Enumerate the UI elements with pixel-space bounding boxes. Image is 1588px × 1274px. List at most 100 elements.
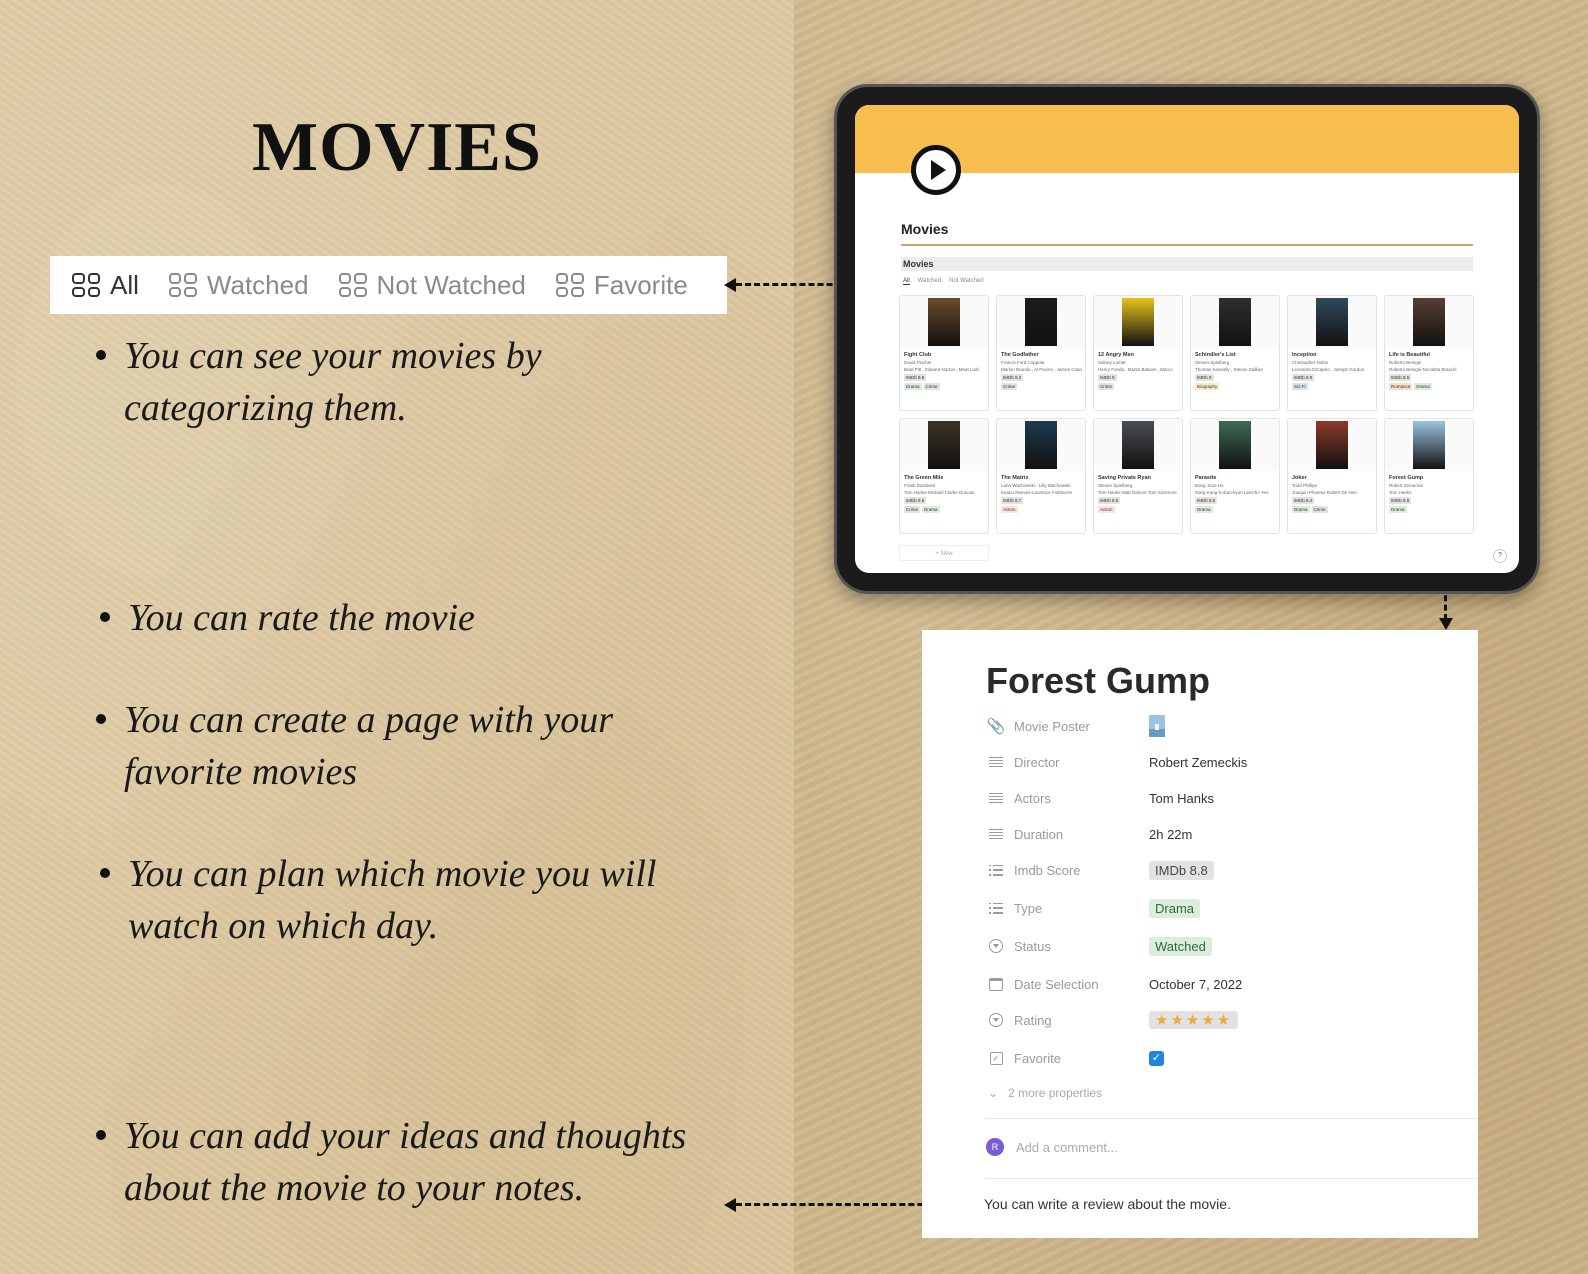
checkbox-icon: ✓	[988, 1050, 1004, 1066]
bullet-dot	[96, 1130, 106, 1140]
mini-tab-not-watched[interactable]: Not Watched	[949, 278, 983, 285]
bullet-rate: You can rate the movie	[100, 592, 475, 644]
prop-value-duration[interactable]: 2h 22m	[1149, 822, 1192, 846]
prop-label: Rating	[1014, 1012, 1052, 1028]
prop-value-actors[interactable]: Tom Hanks	[1149, 786, 1214, 810]
text-lines-icon	[988, 826, 1004, 842]
prop-movie-poster[interactable]: 📎 Movie Poster	[987, 714, 1148, 738]
movie-card[interactable]: Life is Beautiful Roberto Benigni Roberto …	[1384, 295, 1474, 411]
prop-value-date[interactable]: October 7, 2022	[1149, 972, 1242, 996]
prop-date-selection[interactable]: Date Selection	[988, 972, 1148, 996]
card-director: Steven Spielberg	[1098, 483, 1133, 488]
card-actors: Marlon Brando , Al Pacino , James Caan	[1001, 367, 1083, 372]
poster-area	[997, 419, 1085, 471]
poster-area	[1191, 296, 1279, 348]
imdb-tag: IMDb 8.4	[1292, 497, 1315, 504]
prop-value-type[interactable]: Drama	[1149, 896, 1201, 920]
divider	[986, 1118, 1478, 1119]
card-actors: Tom Hanks-Michael Clarke Duncan	[904, 490, 975, 495]
type-chip: Drama	[1149, 898, 1201, 918]
movie-card[interactable]: The Matrix Lana Wachowski - Lilly Wachows…	[996, 418, 1086, 534]
movie-card[interactable]: The Green Mile Frank Darabont Tom Hanks-Mi…	[899, 418, 989, 534]
card-title: Schindler's List	[1195, 352, 1236, 358]
help-button[interactable]: ?	[1493, 549, 1507, 563]
new-card-button[interactable]: + New	[899, 545, 989, 561]
arrow-down-icon	[1439, 618, 1453, 630]
gallery-icon	[555, 273, 584, 297]
bullet-notes: You can add your ideas and thoughts abou…	[96, 1110, 686, 1214]
arrow-left-icon	[724, 1198, 736, 1212]
arrow-left-icon	[724, 278, 736, 292]
prop-label: Director	[1014, 754, 1060, 770]
movie-card[interactable]: Schindler's List Steven Spielberg Thomas K…	[1190, 295, 1280, 411]
favorite-checkbox[interactable]: ✓	[1149, 1050, 1164, 1066]
card-title: Saving Private Ryan	[1098, 475, 1151, 481]
prop-type[interactable]: Type	[988, 896, 1148, 920]
prop-value-imdb[interactable]: IMDb 8.8	[1149, 858, 1214, 882]
review-text[interactable]: You can write a review about the movie.	[984, 1196, 1231, 1212]
prop-actors[interactable]: Actors	[988, 786, 1148, 810]
card-director: Todd Phillips	[1292, 483, 1318, 488]
prop-value-status[interactable]: Watched	[1149, 934, 1212, 958]
genre-tag: Action	[1001, 506, 1018, 513]
poster-area	[1191, 419, 1279, 471]
card-director: Sidney Lumet	[1098, 360, 1126, 365]
tab-watched[interactable]: Watched	[168, 270, 309, 301]
prop-status[interactable]: Status	[988, 934, 1148, 958]
genre-tag: Crime	[1311, 506, 1328, 513]
card-actors: Song Kang-hoSun-kyun LeeCho Yeo	[1195, 490, 1269, 495]
prop-label: Duration	[1014, 826, 1064, 842]
movie-card[interactable]: 12 Angry Men Sidney Lumet Henry Fonda , Ma…	[1093, 295, 1183, 411]
select-circle-icon	[988, 938, 1004, 954]
genre-tag: Drama	[1414, 383, 1432, 390]
bullet-categorize: You can see your movies by categorizing …	[96, 330, 542, 434]
comment-box[interactable]: R Add a comment...	[986, 1138, 1118, 1156]
more-properties-label: 2 more properties	[1008, 1086, 1103, 1100]
movie-poster	[1025, 421, 1057, 469]
movie-card[interactable]: Fight Club David Fincher Brad Pitt , Edwar…	[899, 295, 989, 411]
movie-poster	[1413, 298, 1445, 346]
mini-tab-watched[interactable]: Watched	[918, 278, 941, 285]
card-actors: Keanu Reeves-Laurence Fishburne	[1001, 490, 1073, 495]
prop-value-poster[interactable]	[1149, 714, 1165, 738]
card-title: The Matrix	[1001, 475, 1029, 481]
tab-favorite[interactable]: Favorite	[555, 270, 688, 301]
movie-card[interactable]: Parasite Bong Joon Ho Song Kang-hoSun-kyun…	[1190, 418, 1280, 534]
movie-poster	[1316, 298, 1348, 346]
imdb-tag: IMDb 8.5	[1195, 497, 1218, 504]
prop-label: Status	[1014, 938, 1051, 954]
tab-not-watched[interactable]: Not Watched	[338, 270, 526, 301]
prop-rating[interactable]: Rating	[988, 1008, 1148, 1032]
genre-tag: Drama	[904, 383, 922, 390]
movie-card[interactable]: Saving Private Ryan Steven Spielberg Tom H…	[1093, 418, 1183, 534]
imdb-tag: IMDb 9	[1098, 374, 1117, 381]
prop-label: Imdb Score	[1014, 862, 1081, 878]
poster-area	[1385, 296, 1473, 348]
card-title: Parasite	[1195, 475, 1217, 481]
more-properties-toggle[interactable]: ⌄ 2 more properties	[988, 1086, 1102, 1100]
tab-all[interactable]: All	[72, 270, 139, 301]
movie-card[interactable]: Joker Todd Phillips Joaquin Phoenix-Robert…	[1287, 418, 1377, 534]
prop-imdb-score[interactable]: Imdb Score	[988, 858, 1148, 882]
prop-favorite[interactable]: ✓ Favorite	[988, 1046, 1148, 1070]
select-circle-icon	[988, 1012, 1004, 1028]
prop-duration[interactable]: Duration	[988, 822, 1148, 846]
list-icon	[988, 862, 1004, 878]
mini-tab-all[interactable]: All	[903, 278, 910, 285]
imdb-chip: IMDb 8.8	[1149, 860, 1214, 880]
movie-card[interactable]: The Godfather Francis Ford Coppola Marlon …	[996, 295, 1086, 411]
movie-card[interactable]: Inception Christopher Nolan Leonardo DiCap…	[1287, 295, 1377, 411]
prop-value-director[interactable]: Robert Zemeckis	[1149, 750, 1247, 774]
card-director: Frank Darabont	[904, 483, 936, 488]
prop-director[interactable]: Director	[988, 750, 1148, 774]
list-icon	[988, 900, 1004, 916]
card-director: Bong Joon Ho	[1195, 483, 1224, 488]
card-actors: Henry Fonda , Martin Balsam , Marco	[1098, 367, 1173, 372]
movie-detail-panel: Forest Gump 📎 Movie Poster Director Robe…	[922, 630, 1478, 1238]
prop-value-rating[interactable]: ★★★★★	[1149, 1008, 1239, 1032]
movie-card[interactable]: Forest Gump Robert Zemeckis Tom Hanks IMDb …	[1384, 418, 1474, 534]
prop-value-favorite[interactable]: ✓	[1149, 1046, 1164, 1070]
genre-tag: Crime	[904, 506, 920, 513]
movie-poster	[1219, 298, 1251, 346]
prop-label: Favorite	[1014, 1050, 1061, 1066]
